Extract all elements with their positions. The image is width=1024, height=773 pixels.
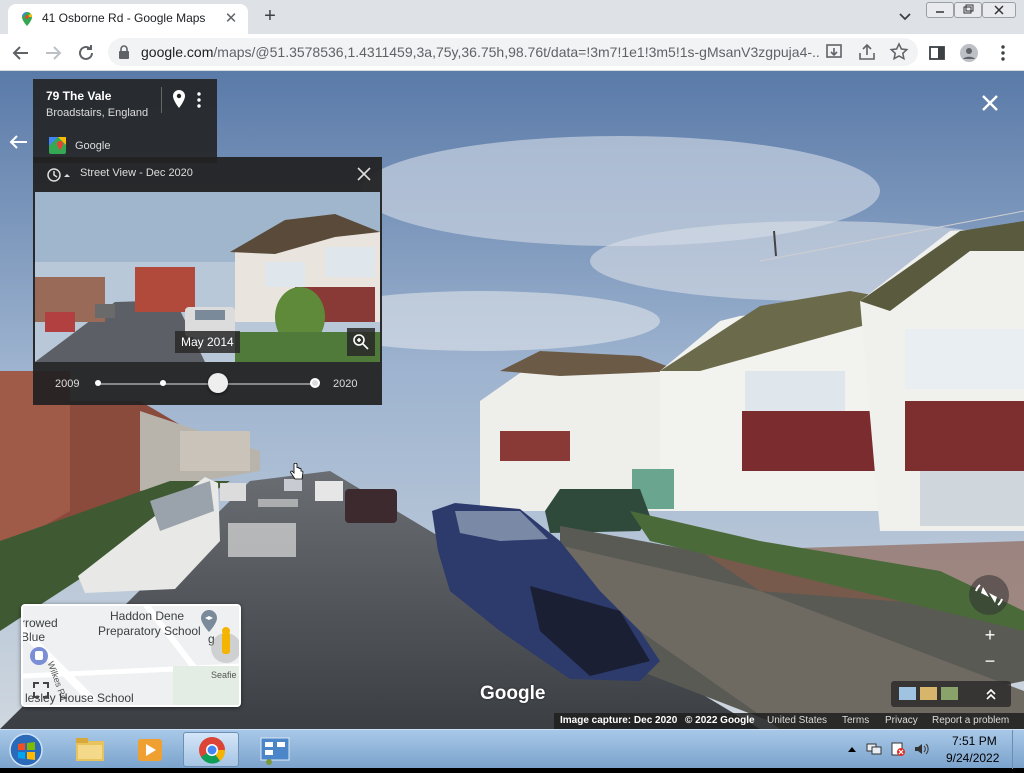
chrome-icon — [199, 737, 226, 764]
address-title: 79 The Vale — [46, 89, 112, 103]
side-panel-icon[interactable] — [926, 42, 948, 64]
zoom-in-button[interactable]: + — [980, 625, 1000, 645]
map-label-left: rrowed — [21, 616, 58, 630]
timeline-tick[interactable] — [95, 380, 101, 386]
map-pin-icon[interactable] — [172, 90, 186, 108]
privacy-link[interactable]: Privacy — [885, 715, 918, 726]
install-app-icon[interactable] — [823, 41, 845, 63]
copyright-text: © 2022 Google — [685, 715, 755, 726]
photo-strip-toggle[interactable] — [891, 681, 1011, 707]
expand-map-icon[interactable] — [31, 680, 51, 700]
forward-arrow-icon[interactable] — [42, 42, 64, 64]
windows-taskbar: 7:51 PM 9/24/2022 — [0, 729, 1024, 769]
google-watermark: Google — [480, 683, 546, 704]
profile-avatar-icon[interactable] — [958, 42, 980, 64]
tab-search-chevron-icon[interactable] — [896, 8, 914, 26]
google-maps-logo-icon — [49, 137, 66, 154]
historical-thumbnail[interactable]: May 2014 — [35, 192, 380, 362]
restore-icon — [963, 4, 974, 14]
timeline-current-marker[interactable] — [310, 378, 320, 388]
address-divider — [161, 87, 162, 113]
reload-icon[interactable] — [75, 42, 97, 64]
share-icon[interactable] — [856, 41, 878, 63]
map-label-seafield: Seafie — [211, 670, 237, 680]
compass-icon[interactable] — [967, 573, 1011, 617]
back-to-map-arrow-icon[interactable] — [8, 131, 30, 153]
taskbar-clock-date[interactable]: 9/24/2022 — [946, 751, 999, 765]
control-panel-icon — [260, 737, 290, 765]
close-time-panel-icon[interactable] — [355, 165, 373, 183]
report-problem-link[interactable]: Report a problem — [932, 715, 1009, 726]
tray-expand-arrow-icon[interactable] — [844, 742, 860, 756]
close-street-view-icon[interactable] — [978, 91, 1002, 115]
thumbnail-date-label: May 2014 — [175, 331, 240, 353]
pegman-position-icon[interactable] — [209, 624, 241, 668]
url-path: /maps/@51.3578536,1.4311459,3a,75y,36.75… — [213, 44, 821, 60]
timeline-tick[interactable] — [160, 380, 166, 386]
layer-thumbnail[interactable] — [920, 687, 937, 700]
map-label-left-2: Blue — [21, 630, 46, 644]
zoom-magnifier-icon — [353, 334, 369, 350]
attribution-bar: Image capture: Dec 2020 © 2022 Google Un… — [554, 713, 1024, 729]
bookmark-star-icon[interactable] — [888, 41, 910, 63]
more-options-icon[interactable] — [194, 91, 204, 109]
tray-action-center-icon[interactable] — [890, 742, 906, 756]
time-panel-title: Street View - Dec 2020 — [80, 167, 193, 179]
expand-thumbnail-button[interactable] — [347, 328, 375, 356]
chrome-menu-icon[interactable] — [992, 42, 1014, 64]
zoom-out-button[interactable]: − — [980, 651, 1000, 671]
taskbar-file-explorer[interactable] — [62, 732, 118, 767]
map-label-school: Haddon Dene — [110, 609, 185, 623]
url-text: google.com/maps/@51.3578536,1.4311459,3a… — [141, 44, 821, 60]
tab-strip: 41 Osborne Rd - Google Maps ✕ + — [0, 0, 1024, 34]
browser-tab[interactable]: 41 Osborne Rd - Google Maps ✕ — [8, 4, 248, 34]
new-tab-button[interactable]: + — [258, 5, 282, 29]
lock-icon — [119, 45, 129, 59]
tray-volume-icon[interactable] — [913, 742, 929, 756]
layer-thumbnail[interactable] — [899, 687, 916, 700]
mini-map[interactable]: Haddon Dene Preparatory School rrowed Bl… — [21, 604, 241, 707]
tab-title: 41 Osborne Rd - Google Maps — [42, 11, 206, 25]
minimize-icon — [936, 11, 944, 13]
folder-icon — [76, 738, 104, 761]
window-close-button[interactable] — [982, 2, 1016, 18]
map-label-school-line2: Preparatory School — [98, 624, 201, 638]
window-restore-button[interactable] — [954, 2, 982, 18]
region-link[interactable]: United States — [767, 715, 827, 726]
tray-network-icon[interactable] — [866, 742, 882, 756]
taskbar-control-panel[interactable] — [247, 732, 303, 767]
street-view-panorama[interactable]: 79 The Vale Broadstairs, England Google … — [0, 71, 1024, 729]
back-arrow-icon[interactable] — [10, 42, 32, 64]
taskbar-clock-time[interactable]: 7:51 PM — [952, 734, 997, 748]
show-desktop-button[interactable] — [1012, 730, 1024, 769]
hand-cursor-icon — [290, 463, 304, 480]
image-capture-date: Image capture: Dec 2020 — [560, 715, 678, 726]
timeline-track[interactable] — [97, 383, 317, 385]
history-clock-icon[interactable] — [46, 167, 70, 183]
google-maps-favicon-icon — [22, 12, 32, 26]
close-window-icon — [994, 5, 1004, 15]
url-domain: google.com — [141, 44, 214, 60]
terms-link[interactable]: Terms — [842, 715, 869, 726]
timeline-end-year: 2020 — [333, 378, 358, 390]
taskbar-chrome[interactable] — [183, 732, 239, 767]
provider-label: Google — [75, 140, 111, 152]
address-bar[interactable]: google.com/maps/@51.3578536,1.4311459,3a… — [108, 38, 918, 66]
timeline-start-year: 2009 — [55, 378, 80, 390]
browser-toolbar: google.com/maps/@51.3578536,1.4311459,3a… — [0, 34, 1024, 71]
address-card: 79 The Vale Broadstairs, England Google — [33, 79, 217, 163]
window-minimize-button[interactable] — [926, 2, 954, 18]
media-player-icon — [138, 739, 162, 761]
address-subtitle: Broadstairs, England — [46, 107, 149, 119]
taskbar-media-player[interactable] — [122, 732, 178, 767]
tab-close-icon[interactable]: ✕ — [222, 10, 240, 28]
street-view-time-panel: Street View - Dec 2020 May 2014 2009 202… — [33, 157, 382, 405]
timeline-slider-handle[interactable] — [208, 373, 228, 393]
chevron-up-double-icon[interactable] — [983, 686, 999, 702]
windows-start-button-icon[interactable] — [6, 732, 46, 768]
layer-thumbnail[interactable] — [941, 687, 958, 700]
